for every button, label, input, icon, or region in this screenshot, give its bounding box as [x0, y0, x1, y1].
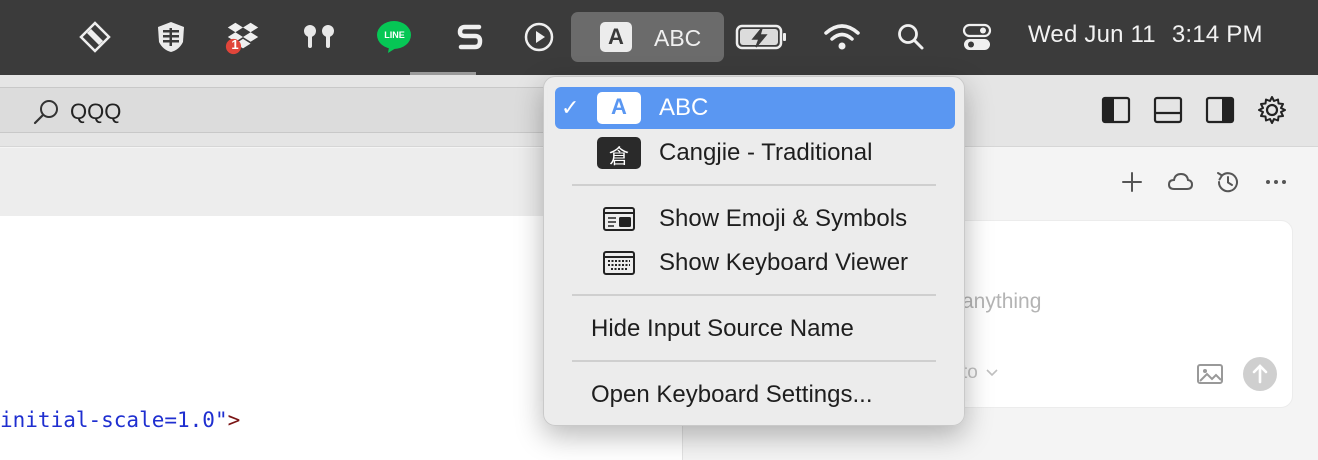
- menu-item-hide-input-source-name[interactable]: Hide Input Source Name: [555, 308, 955, 350]
- image-attach-icon[interactable]: [1196, 362, 1224, 386]
- model-selector[interactable]: to: [962, 362, 999, 384]
- menu-item-open-keyboard-settings[interactable]: Open Keyboard Settings...: [555, 374, 955, 416]
- menu-item-cangjie-traditional[interactable]: 倉 Cangjie - Traditional: [555, 132, 955, 174]
- toggle-right-sidebar-icon[interactable]: [1204, 94, 1236, 126]
- menu-bar: 1 LINE A ABC Wed Jun 11 3:14 PM: [0, 0, 1318, 75]
- abc-input-letter: A: [611, 94, 627, 119]
- toggle-left-sidebar-icon[interactable]: [1100, 94, 1132, 126]
- cangjie-input-letter: 倉: [609, 146, 629, 168]
- chat-placeholder: anything: [962, 290, 1042, 313]
- history-icon[interactable]: [1214, 168, 1242, 196]
- line-app-label: LINE: [384, 30, 405, 40]
- line-app-icon[interactable]: LINE: [375, 18, 413, 56]
- menu-item-show-keyboard-viewer[interactable]: Show Keyboard Viewer: [555, 242, 955, 284]
- menu-item-label: Open Keyboard Settings...: [591, 381, 873, 408]
- airpods-icon[interactable]: [300, 18, 338, 56]
- cangjie-input-icon: 倉: [597, 137, 641, 169]
- wifi-icon[interactable]: [823, 18, 861, 56]
- menu-separator: [572, 294, 936, 296]
- battery-charging-icon[interactable]: [734, 18, 790, 56]
- settings-gear-icon[interactable]: [1256, 94, 1288, 126]
- search-icon: [33, 100, 58, 125]
- search-field-text: QQQ: [70, 99, 122, 124]
- code-attribute-value: initial-scale=1.0: [0, 408, 215, 432]
- send-button[interactable]: [1243, 357, 1277, 391]
- checkmark-icon: ✓: [561, 95, 580, 120]
- code-quote: ": [214, 408, 228, 432]
- chevron-down-icon: [986, 369, 998, 377]
- more-options-icon[interactable]: [1262, 168, 1290, 196]
- layered-shapes-app-icon[interactable]: [76, 18, 114, 56]
- input-source-menu-button[interactable]: A ABC: [571, 12, 724, 62]
- input-source-label: ABC: [654, 25, 702, 51]
- shield-grid-app-icon[interactable]: [152, 18, 190, 56]
- toggle-bottom-panel-icon[interactable]: [1152, 94, 1184, 126]
- keyboard-viewer-icon: [603, 251, 635, 275]
- menu-separator: [572, 184, 936, 186]
- code-tag-close: >: [227, 408, 241, 432]
- abc-input-icon: A: [597, 92, 641, 124]
- clock-time: 3:14 PM: [1171, 21, 1263, 48]
- input-source-dropdown-menu: ✓ A ABC 倉 Cangjie - Traditional Show Emo…: [543, 76, 965, 426]
- arrow-up-icon: [1252, 364, 1268, 384]
- clock-date: Wed Jun 11: [1028, 21, 1156, 48]
- plus-icon[interactable]: [1118, 168, 1146, 196]
- s-app-icon[interactable]: [451, 18, 489, 56]
- spotlight-search-icon[interactable]: [892, 18, 930, 56]
- menu-item-label: Show Emoji & Symbols: [659, 205, 908, 232]
- menu-item-label: ABC: [659, 94, 709, 121]
- menu-item-show-emoji-symbols[interactable]: Show Emoji & Symbols: [555, 198, 955, 240]
- play-circle-icon[interactable]: [520, 18, 558, 56]
- menu-item-abc[interactable]: ✓ A ABC: [555, 87, 955, 129]
- menubar-clock[interactable]: Wed Jun 11 3:14 PM: [1028, 21, 1263, 49]
- control-center-icon[interactable]: [958, 18, 996, 56]
- menu-item-label: Show Keyboard Viewer: [659, 249, 909, 276]
- code-line: initial-scale=1.0">: [0, 408, 240, 432]
- menu-item-label: Hide Input Source Name: [591, 315, 854, 342]
- cloud-icon[interactable]: [1166, 168, 1194, 196]
- emoji-symbols-icon: [603, 207, 635, 231]
- menu-separator: [572, 360, 936, 362]
- dropbox-badge-count: 1: [231, 37, 239, 52]
- input-source-letter: A: [600, 22, 632, 52]
- menu-item-label: Cangjie - Traditional: [659, 139, 873, 166]
- dropbox-icon[interactable]: 1: [224, 18, 262, 56]
